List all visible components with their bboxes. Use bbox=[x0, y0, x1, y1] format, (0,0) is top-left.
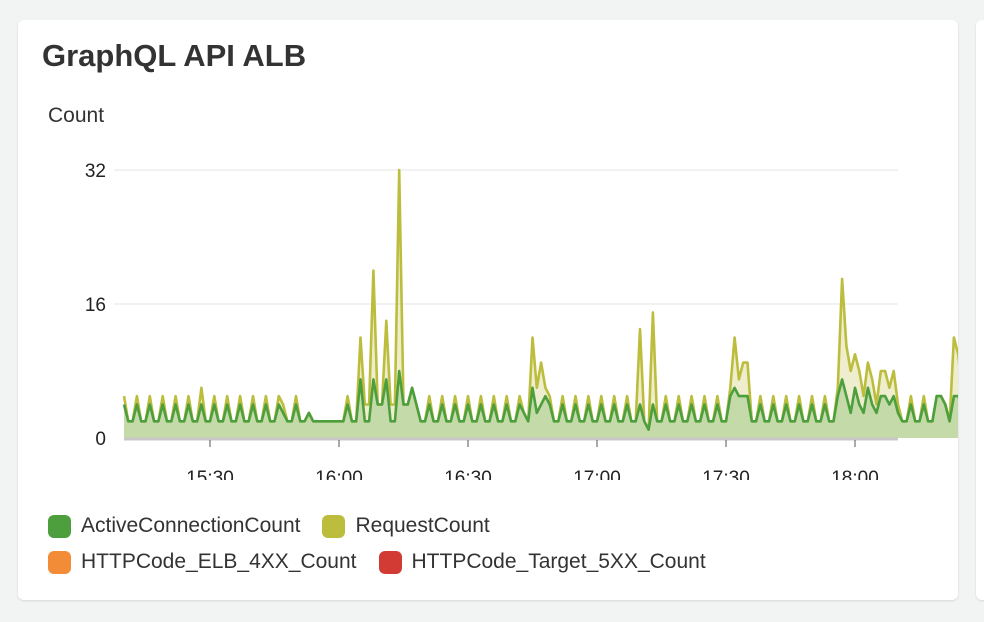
metric-widget-card: GraphQL API ALB Count 0 16 32 15:30 16:00 16:… bbox=[18, 20, 958, 600]
legend-label-request-count: RequestCount bbox=[355, 514, 490, 537]
legend-swatch-elb-4xx-count bbox=[48, 550, 71, 574]
x-tick-label: 16:30 bbox=[444, 468, 492, 480]
x-tick-label: 15:30 bbox=[186, 468, 234, 480]
y-tick-label: 16 bbox=[85, 295, 106, 316]
legend-item-request-count[interactable]: RequestCount bbox=[322, 514, 490, 538]
legend-swatch-active-connection-count bbox=[48, 514, 71, 538]
chart-legend: ActiveConnectionCount RequestCount HTTPC… bbox=[48, 508, 928, 580]
legend-label-target-5xx-count: HTTPCode_Target_5XX_Count bbox=[411, 550, 706, 573]
y-tick-label: 0 bbox=[95, 429, 106, 450]
legend-item-active-connection-count[interactable]: ActiveConnectionCount bbox=[48, 514, 300, 538]
x-tick-label: 16:00 bbox=[315, 468, 363, 480]
x-tick-label: 18:00 bbox=[831, 468, 879, 480]
x-tick-label: 17:30 bbox=[702, 468, 750, 480]
line-chart[interactable]: 0 16 32 15:30 16:00 16:30 17:00 17:30 18:00 bbox=[18, 20, 958, 480]
y-tick-label: 32 bbox=[85, 161, 106, 182]
legend-swatch-target-5xx-count bbox=[378, 550, 402, 574]
legend-swatch-request-count bbox=[322, 514, 346, 538]
adjacent-widget-card bbox=[976, 20, 984, 600]
legend-item-elb-4xx-count[interactable]: HTTPCode_ELB_4XX_Count bbox=[48, 550, 357, 574]
legend-item-target-5xx-count[interactable]: HTTPCode_Target_5XX_Count bbox=[378, 550, 706, 574]
legend-label-elb-4xx-count: HTTPCode_ELB_4XX_Count bbox=[81, 550, 357, 573]
x-tick-label: 17:00 bbox=[573, 468, 621, 480]
legend-label-active-connection-count: ActiveConnectionCount bbox=[81, 514, 301, 537]
